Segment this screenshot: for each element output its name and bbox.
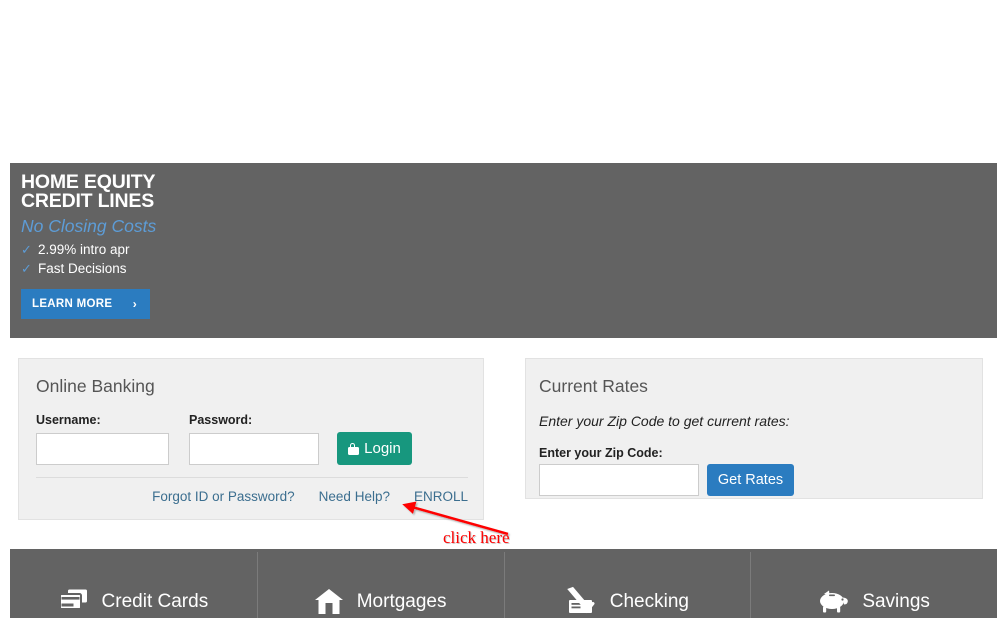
home-equity-hero-banner: HOME EQUITY CREDIT LINES No Closing Cost… [10,163,997,338]
online-banking-title: Online Banking [36,376,155,396]
chevron-right-icon: › [132,297,137,311]
get-rates-button[interactable]: Get Rates [707,464,794,496]
hero-bullet-label: Fast Decisions [38,261,127,276]
lock-icon [348,442,360,455]
nav-tile-label: Savings [862,591,930,612]
panel-divider [36,477,468,478]
nav-tile-checking[interactable]: Checking [503,549,751,618]
learn-more-button[interactable]: LEARN MORE › [21,289,150,319]
nav-tile-label: Mortgages [356,591,447,612]
current-rates-title: Current Rates [539,376,648,396]
piggy-bank-icon [820,590,849,613]
login-button-label: Login [364,440,401,457]
forgot-id-or-password-link[interactable]: Forgot ID or Password? [152,489,295,504]
need-help-link[interactable]: Need Help? [319,489,390,504]
nav-tile-savings[interactable]: Savings [750,549,997,618]
current-rates-panel: Current Rates Enter your Zip Code to get… [525,358,983,499]
credit-cards-icon [58,589,87,610]
zip-code-label: Enter your Zip Code: [539,446,663,460]
hero-bullet-item: ✓ Fast Decisions [21,259,441,278]
login-button[interactable]: Login [337,432,412,465]
checkmark-icon: ✓ [21,261,32,276]
hero-title: HOME EQUITY CREDIT LINES [21,172,441,212]
zip-code-input[interactable] [539,464,699,496]
hero-bullet-list: ✓ 2.99% intro apr ✓ Fast Decisions [21,240,441,278]
house-icon [314,589,343,614]
password-label: Password: [189,413,253,427]
hero-content: HOME EQUITY CREDIT LINES No Closing Cost… [21,172,441,319]
nav-tile-label: Checking [609,591,689,612]
hero-subtitle: No Closing Costs [21,216,157,236]
password-input[interactable] [189,433,319,465]
hero-bullet-item: ✓ 2.99% intro apr [21,240,441,259]
username-label: Username: [36,413,101,427]
online-banking-links: Forgot ID or Password? Need Help? ENROLL [36,489,468,504]
enroll-link[interactable]: ENROLL [414,489,468,504]
username-input[interactable] [36,433,169,465]
nav-tile-credit-cards[interactable]: Credit Cards [10,549,257,618]
hero-bullet-label: 2.99% intro apr [38,242,130,257]
nav-tile-mortgages[interactable]: Mortgages [256,549,504,618]
bottom-product-nav: Credit Cards Mortgages Checking Savings [10,549,997,618]
check-pen-icon [566,586,595,613]
click-here-annotation-text: click here [443,528,510,547]
current-rates-instructions: Enter your Zip Code to get current rates… [539,413,790,429]
nav-tile-label: Credit Cards [101,591,209,612]
checkmark-icon: ✓ [21,242,32,257]
online-banking-panel: Online Banking Username: Password: Login… [18,358,484,520]
learn-more-label: LEARN MORE [32,298,113,310]
hero-title-line-2: CREDIT LINES [21,190,155,212]
